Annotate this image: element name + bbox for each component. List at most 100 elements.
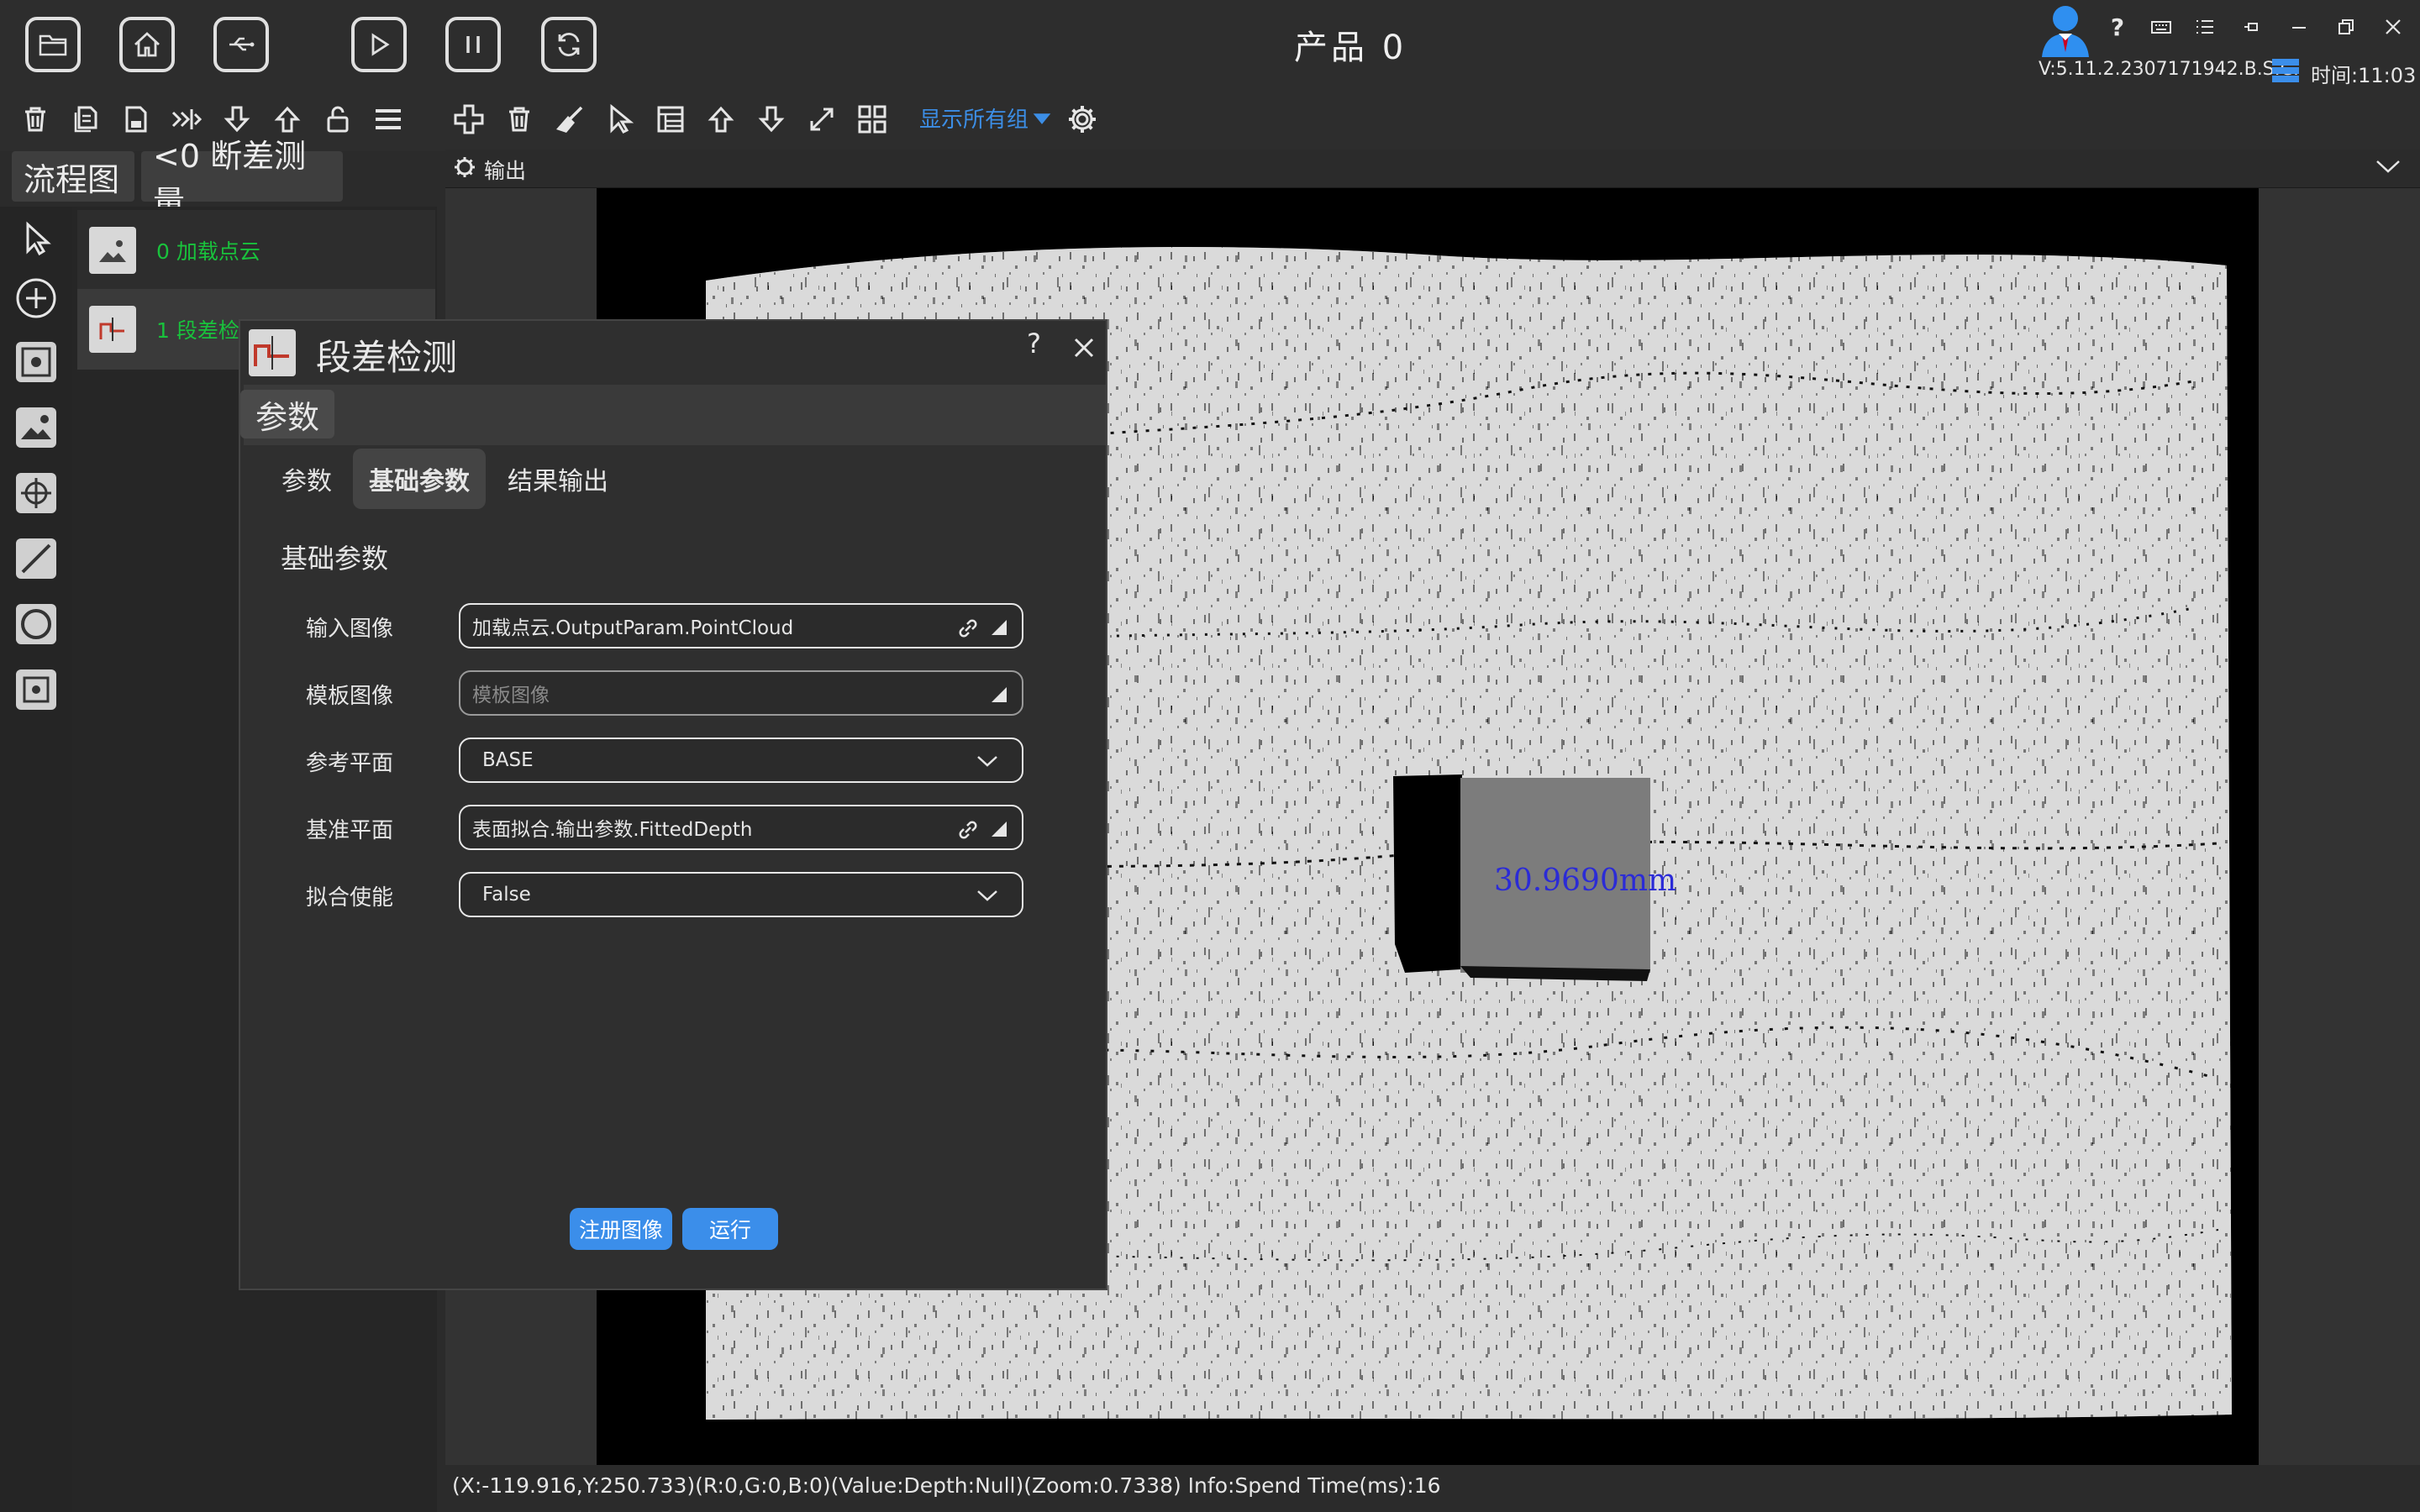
clear-button[interactable] (551, 101, 588, 138)
version-label: V:5.11.2.2307171942.B.S.C. (2039, 59, 2299, 80)
circle-icon (16, 604, 56, 644)
target-frame-tool[interactable] (10, 664, 62, 716)
pointer-icon (26, 221, 51, 256)
minimize-button[interactable] (2284, 12, 2314, 42)
template-image-field[interactable]: 模板图像 (459, 670, 1023, 716)
input-image-field[interactable]: 加载点云.OutputParam.PointCloud (459, 603, 1023, 648)
copy-button[interactable] (67, 101, 104, 138)
folder-open-button[interactable] (25, 17, 81, 72)
target-frame-icon (16, 669, 56, 710)
reference-plane-select[interactable]: BASE (459, 738, 1023, 783)
tab-flowchart[interactable]: 流程图 (12, 151, 134, 202)
image-tool[interactable] (10, 402, 62, 454)
menu-button[interactable] (370, 101, 407, 138)
home-button[interactable] (119, 17, 175, 72)
add-icon (454, 104, 484, 134)
expand-button[interactable] (803, 101, 840, 138)
line-icon (16, 538, 56, 579)
add-tool-button[interactable] (450, 101, 487, 138)
input-image-value: 加载点云.OutputParam.PointCloud (472, 617, 794, 639)
section-title: 参数 (240, 390, 334, 438)
keyboard-button[interactable] (2146, 12, 2176, 42)
link-icon[interactable] (956, 818, 980, 842)
folder-open-icon (39, 34, 67, 56)
close-icon (1074, 338, 1094, 358)
cursor-icon (610, 103, 634, 134)
user-avatar-icon[interactable] (2033, 2, 2097, 59)
gear-icon (1069, 106, 1096, 133)
down-button[interactable] (753, 101, 790, 138)
status-bar: (X:-119.916,Y:250.733)(R:0,G:0,B:0)(Valu… (445, 1465, 2420, 1512)
param-label-base-plane: 基准平面 (306, 818, 394, 843)
pin-button[interactable] (2237, 12, 2267, 42)
param-label-reference-plane: 参考平面 (306, 751, 394, 776)
loop-run-button[interactable] (541, 17, 597, 72)
run-once-button[interactable] (351, 17, 407, 72)
up-button[interactable] (702, 101, 739, 138)
menu-icon (376, 109, 401, 129)
base-plane-field[interactable]: 表面拟合.输出参数.FittedDepth (459, 805, 1023, 850)
group-select[interactable]: 显示所有组 (919, 102, 1052, 134)
select-button[interactable] (602, 101, 639, 138)
clock-label: 时间:11:03 (2311, 64, 2417, 87)
list-button[interactable] (2190, 12, 2220, 42)
output-header (445, 150, 2420, 188)
help-button[interactable]: ? (2102, 12, 2133, 42)
expand-icon (810, 108, 834, 131)
param-label-template-image: 模板图像 (306, 684, 394, 709)
pause-button[interactable] (445, 17, 501, 72)
image-frame-tool[interactable] (10, 336, 62, 388)
circle-tool[interactable] (10, 598, 62, 650)
usb-button[interactable] (213, 17, 269, 72)
run-button[interactable]: 运行 (682, 1208, 778, 1250)
copy-icon (74, 106, 97, 133)
pin-icon (2244, 23, 2258, 31)
param-label-input-image: 输入图像 (306, 617, 394, 642)
target-tool[interactable] (10, 467, 62, 519)
output-title: 输出 (484, 159, 527, 183)
play-icon (371, 33, 390, 56)
register-image-button[interactable]: 注册图像 (570, 1208, 672, 1250)
chevron-down-icon (977, 756, 997, 767)
delete-button[interactable] (17, 101, 54, 138)
link-icon[interactable] (956, 617, 980, 640)
move-down-icon (758, 106, 785, 133)
corner-triangle-icon[interactable] (990, 820, 1008, 838)
dialog-close-button[interactable] (1069, 333, 1099, 363)
minimize-icon (2292, 27, 2306, 29)
line-tool[interactable] (10, 533, 62, 585)
tab-result-output[interactable]: 结果输出 (492, 449, 623, 509)
settings-button[interactable] (1064, 101, 1101, 138)
output-gear-icon[interactable] (452, 155, 477, 180)
save-button[interactable] (118, 101, 155, 138)
grid-button[interactable] (854, 101, 891, 138)
sheet-button[interactable] (652, 101, 689, 138)
flow-node-load-pointcloud[interactable]: 0 加载点云 (77, 210, 435, 291)
tab-params[interactable]: 参数 (260, 449, 353, 509)
tab-measure[interactable]: <0 断差测量 (141, 138, 343, 221)
sheet-icon (657, 106, 684, 133)
add-circle-tool[interactable] (10, 272, 62, 324)
base-plane-value: 表面拟合.输出参数.FittedDepth (472, 819, 753, 841)
grid-icon (858, 105, 886, 134)
step-detect-dialog-icon (249, 329, 296, 376)
close-window-button[interactable] (2378, 12, 2408, 42)
pointcloud-node-icon (89, 227, 136, 274)
dialog-help-icon[interactable]: ? (1027, 328, 1041, 360)
keyboard-icon (2151, 21, 2171, 34)
tab-basic-params[interactable]: 基础参数 (353, 449, 486, 509)
collapse-chevron-icon[interactable] (2375, 156, 2402, 176)
pause-icon (466, 36, 480, 53)
restore-button[interactable] (2331, 12, 2361, 42)
remove-tool-button[interactable] (501, 101, 538, 138)
save-icon (125, 106, 147, 133)
measurement-label: 30.9690mm (1494, 864, 1676, 898)
trash-icon (509, 107, 529, 132)
step-detect-node-icon (89, 306, 136, 353)
image-frame-icon (16, 342, 56, 382)
corner-triangle-icon[interactable] (990, 685, 1008, 704)
fit-enable-select[interactable]: False (459, 872, 1023, 917)
pointer-tool[interactable] (10, 213, 62, 265)
corner-triangle-icon[interactable] (990, 618, 1008, 637)
chevron-down-icon (977, 890, 997, 901)
